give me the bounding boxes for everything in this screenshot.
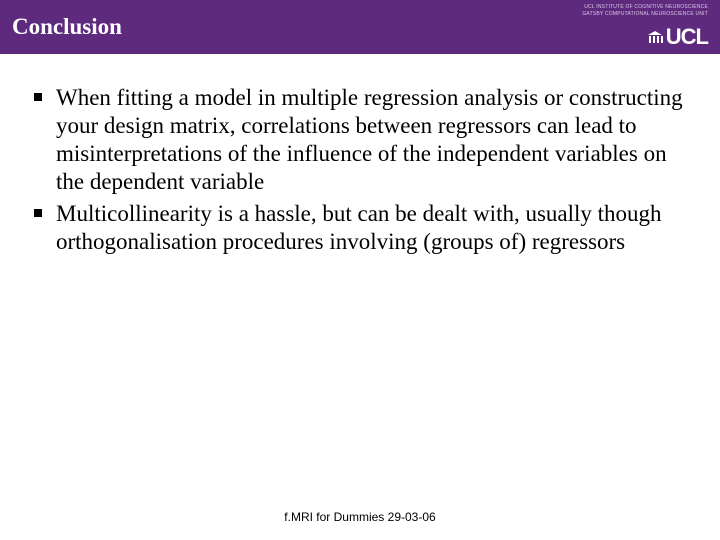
affiliation-line-2: GATSBY COMPUTATIONAL NEUROSCIENCE UNIT: [582, 12, 708, 18]
portico-icon: [648, 31, 662, 43]
ucl-logo-text: UCL: [666, 24, 708, 50]
header-right: UCL INSTITUTE OF COGNITIVE NEUROSCIENCE …: [582, 5, 708, 50]
slide-header: Conclusion UCL INSTITUTE OF COGNITIVE NE…: [0, 0, 720, 54]
slide-body: When fitting a model in multiple regress…: [0, 54, 720, 256]
list-item: When fitting a model in multiple regress…: [28, 84, 696, 196]
list-item: Multicollinearity is a hassle, but can b…: [28, 200, 696, 256]
slide-footer: f.MRI for Dummies 29-03-06: [0, 510, 720, 524]
ucl-logo: UCL: [648, 24, 708, 50]
slide: Conclusion UCL INSTITUTE OF COGNITIVE NE…: [0, 0, 720, 540]
bullet-list: When fitting a model in multiple regress…: [28, 84, 696, 256]
affiliation-line-1: UCL INSTITUTE OF COGNITIVE NEUROSCIENCE: [584, 5, 708, 11]
slide-title: Conclusion: [12, 14, 122, 40]
